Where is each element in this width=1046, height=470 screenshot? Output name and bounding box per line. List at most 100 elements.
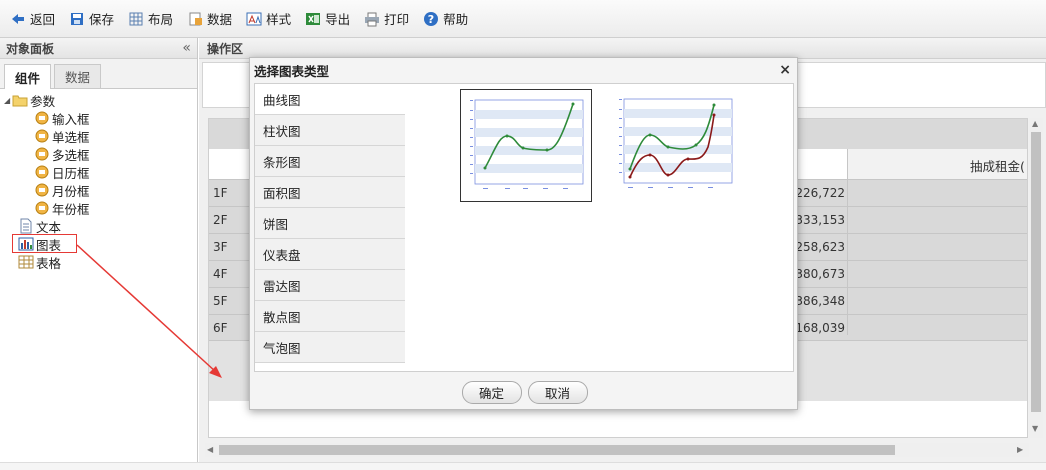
export-label: 导出 [325,12,351,27]
select-chart-type-dialog: 选择图表类型 × 曲线图 柱状图 条形图 面积图 饼图 仪表盘 雷达图 散点图 … [249,57,798,410]
chart-highlight-box [12,234,77,253]
dialog-title: 选择图表类型 [254,63,330,79]
tree-node-calendar-box[interactable]: 日历框 [0,163,197,181]
scroll-up-arrow-icon[interactable]: ▲ [1032,119,1038,128]
chart-type-scatter[interactable]: 散点图 [255,301,405,332]
row-value: 226,722 [795,186,845,200]
chart-type-list: 曲线图 柱状图 条形图 面积图 饼图 仪表盘 雷达图 散点图 气泡图 [255,84,405,363]
component-tree: ◢ 参数 输入框 单选框 多选框 日历框 月份框 年份框 文本 图表 表格 [0,89,197,462]
row-label: 1F [213,186,228,200]
scroll-down-arrow-icon[interactable]: ▼ [1032,424,1038,433]
chart-type-column[interactable]: 柱状图 [255,115,405,146]
text-document-icon [18,218,34,234]
row-value: 380,673 [795,267,845,281]
layout-label: 布局 [148,12,174,27]
operation-area-title: 操作区 [207,41,244,56]
single-series-curve-icon [461,90,591,201]
param-component-icon [34,146,50,162]
object-panel-header: 对象面板 « [0,38,197,59]
help-label: 帮助 [443,12,469,27]
back-button[interactable]: 返回 [10,8,55,30]
param-component-icon [34,164,50,180]
tree-node-label: 月份框 [52,183,90,199]
tree-node-text[interactable]: 文本 [0,217,197,235]
curve-chart-single-series-thumbnail[interactable] [460,89,592,202]
scroll-left-arrow-icon[interactable]: ◀ [207,445,213,454]
back-arrow-icon [10,11,26,27]
chart-preview-pane [406,84,794,373]
help-icon: ? [423,11,439,27]
curve-chart-multi-series-thumbnail[interactable] [610,89,742,202]
tree-node-label: 单选框 [52,129,90,145]
tree-node-table[interactable]: 表格 [0,253,197,271]
cancel-button[interactable]: 取消 [527,380,588,404]
vertical-scroll-thumb[interactable] [1031,132,1041,412]
horizontal-scrollbar[interactable]: ◀ ▶ [205,443,1029,457]
expand-triangle-icon[interactable]: ◢ [4,96,10,105]
chart-type-gauge[interactable]: 仪表盘 [255,239,405,270]
export-icon [305,11,321,27]
row-label: 4F [213,267,228,281]
tree-node-year-box[interactable]: 年份框 [0,199,197,217]
folder-icon [12,92,28,108]
layout-icon [128,11,144,27]
status-bar [0,462,1046,470]
tab-components[interactable]: 组件 [4,64,51,89]
param-component-icon [34,200,50,216]
tree-node-label: 文本 [36,219,62,235]
chart-type-bubble[interactable]: 气泡图 [255,332,405,363]
chart-type-radar[interactable]: 雷达图 [255,270,405,301]
dialog-title-bar: 选择图表类型 × [250,58,797,82]
tree-node-radio-box[interactable]: 单选框 [0,127,197,145]
row-value: 168,039 [795,321,845,335]
save-label: 保存 [89,12,115,27]
tree-node-params[interactable]: ◢ 参数 [0,91,197,109]
print-icon [364,11,380,27]
dialog-body: 曲线图 柱状图 条形图 面积图 饼图 仪表盘 雷达图 散点图 气泡图 [254,83,794,372]
data-button[interactable]: 数据 [187,8,232,30]
object-panel-title: 对象面板 [6,41,55,56]
row-value: 333,153 [795,213,845,227]
row-label: 6F [213,321,228,335]
vertical-scrollbar[interactable]: ▲ ▼ [1029,118,1043,438]
param-component-icon [34,128,50,144]
row-value: 386,348 [795,294,845,308]
save-icon [69,11,85,27]
param-component-icon [34,110,50,126]
tree-node-checkbox[interactable]: 多选框 [0,145,197,163]
column-divider [847,149,848,335]
scroll-right-arrow-icon[interactable]: ▶ [1017,445,1023,454]
data-label: 数据 [207,12,233,27]
chart-type-pie[interactable]: 饼图 [255,208,405,239]
column-header-commission-rent[interactable]: 抽成租金( [847,149,1027,179]
chart-type-curve[interactable]: 曲线图 [255,84,405,115]
help-button[interactable]: ? 帮助 [423,8,468,30]
column-header-label: 抽成租金( [970,159,1025,174]
print-button[interactable]: 打印 [364,8,409,30]
horizontal-scroll-thumb[interactable] [219,445,895,455]
tab-data[interactable]: 数据 [54,64,101,88]
save-button[interactable]: 保存 [69,8,114,30]
operation-area-header: 操作区 [199,38,1046,59]
print-label: 打印 [384,12,410,27]
tree-node-label: 表格 [36,255,62,271]
close-icon[interactable]: × [779,62,791,78]
row-value: 258,623 [795,240,845,254]
style-label: 样式 [266,12,292,27]
tree-node-input-box[interactable]: 输入框 [0,109,197,127]
ok-button[interactable]: 确定 [461,380,522,404]
chart-type-area[interactable]: 面积图 [255,177,405,208]
tree-node-label: 年份框 [52,201,90,217]
collapse-panel-button[interactable]: « [182,40,191,56]
param-component-icon [34,182,50,198]
panel-tabs: 组件 数据 [0,59,197,89]
export-button[interactable]: 导出 [305,8,350,30]
dialog-footer: 确定 取消 [250,374,799,410]
tree-node-month-box[interactable]: 月份框 [0,181,197,199]
style-icon [246,11,262,27]
chart-type-bar[interactable]: 条形图 [255,146,405,177]
back-label: 返回 [30,12,56,27]
table-grid-icon [18,254,34,270]
layout-button[interactable]: 布局 [128,8,173,30]
style-button[interactable]: 样式 [246,8,291,30]
